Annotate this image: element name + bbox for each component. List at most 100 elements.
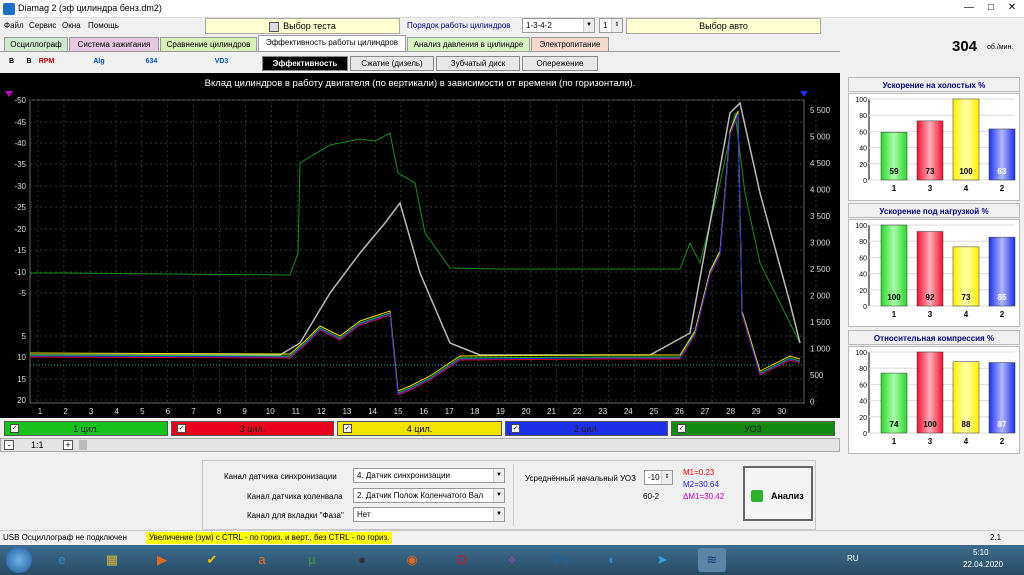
phase-channel-select[interactable]: Нет ▼ bbox=[353, 507, 505, 522]
chart-title: Относительная компрессия % bbox=[848, 330, 1020, 345]
explorer-icon[interactable]: ▦ bbox=[98, 548, 126, 572]
channel-3-toggle[interactable]: ✓ 4 цил. bbox=[337, 421, 502, 436]
telegram-icon[interactable]: ➤ bbox=[648, 548, 676, 572]
subtab-efficiency[interactable]: Эффективность bbox=[262, 56, 348, 71]
x-tick: 11 bbox=[292, 407, 301, 416]
channel-4-toggle[interactable]: ✓ 2 цил. bbox=[505, 421, 668, 436]
x-tick: 10 bbox=[266, 407, 275, 416]
media-icon[interactable]: ● bbox=[348, 548, 376, 572]
y-tick: 60 bbox=[859, 382, 867, 389]
marker-m2-icon[interactable] bbox=[800, 91, 808, 97]
value-tool-icon[interactable]: 634 bbox=[143, 54, 160, 71]
ie-icon[interactable]: e bbox=[48, 548, 76, 572]
opera-icon[interactable]: O bbox=[448, 548, 476, 572]
tab-pressure-analysis[interactable]: Анализ давления в цилиндре bbox=[407, 37, 530, 51]
bar-tool-icon[interactable] bbox=[126, 54, 143, 71]
auto-select-button[interactable]: Выбор авто bbox=[626, 18, 821, 34]
bar-chart-svg: 100 80 60 40 20 0 100 1 92 3 73 4 85 2 bbox=[855, 223, 1016, 319]
analyze-button[interactable]: Анализ bbox=[743, 466, 813, 521]
dots-tool-icon[interactable]: VD3 bbox=[213, 54, 230, 71]
firefox-icon[interactable]: ◉ bbox=[398, 548, 426, 572]
bold-b-icon[interactable]: B bbox=[21, 54, 38, 71]
y-tick: 20 bbox=[859, 162, 867, 169]
y-left-tick: -50 bbox=[14, 96, 26, 105]
y-left-tick: -45 bbox=[14, 118, 26, 127]
y-left-tick: 20 bbox=[17, 396, 26, 405]
menu-windows[interactable]: Окна bbox=[62, 21, 81, 30]
bar-value-label: 85 bbox=[998, 293, 1007, 302]
minimize-button[interactable]: — bbox=[958, 0, 980, 16]
browser-icon[interactable]: ◐ bbox=[598, 548, 626, 572]
channel-1-toggle[interactable]: ✓ 1 цил. bbox=[4, 421, 168, 436]
menu-help[interactable]: Помощь bbox=[88, 21, 119, 30]
y-right-tick: 500 bbox=[810, 371, 824, 380]
rpm-tool-icon[interactable]: RPM bbox=[38, 54, 55, 71]
chevron-down-icon: ▼ bbox=[493, 469, 504, 482]
clock-time[interactable]: 5:10 bbox=[973, 548, 989, 557]
tab-power[interactable]: Электропитание bbox=[531, 37, 609, 51]
marker-m2: M2=30.64 bbox=[683, 480, 719, 489]
zoom-in-button[interactable]: + bbox=[63, 440, 73, 450]
x-tick: 21 bbox=[547, 407, 556, 416]
zoom-out-button[interactable]: - bbox=[4, 440, 14, 450]
filter-tool-icon[interactable] bbox=[161, 54, 178, 71]
utorrent-icon[interactable]: µ bbox=[298, 548, 326, 572]
y-tick: 20 bbox=[859, 415, 867, 422]
tab-ignition[interactable]: Система зажигания bbox=[69, 37, 159, 51]
x-tick: 24 bbox=[624, 407, 633, 416]
menu-service[interactable]: Сервис bbox=[29, 21, 56, 30]
maximize-button[interactable]: □ bbox=[980, 0, 1002, 16]
channel-5-toggle[interactable]: ✓ УОЗ bbox=[671, 421, 835, 436]
checkbox-icon[interactable]: ✓ bbox=[343, 424, 352, 433]
checkbox-icon[interactable]: ✓ bbox=[511, 424, 520, 433]
subtab-tooth-disk[interactable]: Зубчатый диск bbox=[436, 56, 520, 71]
spectrum-tool-icon[interactable] bbox=[178, 54, 195, 71]
avast-icon[interactable]: a bbox=[248, 548, 276, 572]
cyl-order-label: Порядок работы цилиндров bbox=[407, 21, 511, 30]
title-bar: Diamag 2 (эф цилиндра бенз.dm2) — □ ✕ bbox=[0, 0, 1024, 18]
channel-2-toggle[interactable]: ✓ 3 цил. bbox=[171, 421, 334, 436]
chart-tool-icon[interactable] bbox=[231, 54, 248, 71]
scroll-left-icon[interactable] bbox=[79, 440, 87, 450]
x-tick: 14 bbox=[368, 407, 377, 416]
diamag-icon[interactable]: ≋ bbox=[698, 548, 726, 572]
menu-file[interactable]: Файл bbox=[4, 21, 24, 30]
clock-date[interactable]: 22.04.2020 bbox=[963, 560, 1003, 569]
subtab-compression[interactable]: Сжатие (дизель) bbox=[350, 56, 434, 71]
sync-channel-select[interactable]: 4. Датчик синхронизации ▼ bbox=[353, 468, 505, 483]
photoshop-icon[interactable]: Ps bbox=[548, 548, 576, 572]
uoz-stepper[interactable]: -10 ⇕ bbox=[644, 470, 673, 485]
graph-tool-icon[interactable] bbox=[108, 54, 125, 71]
close-button[interactable]: ✕ bbox=[1001, 0, 1023, 16]
checkbox-icon[interactable]: ✓ bbox=[10, 424, 19, 433]
uoz-value: -10 bbox=[648, 473, 660, 482]
y-left-tick: -40 bbox=[14, 139, 26, 148]
tab-oscilloscope[interactable]: Осциллограф bbox=[4, 37, 68, 51]
cyl-order-select[interactable]: 1-3-4-2 ▼ bbox=[522, 18, 595, 33]
channel-label: 1 цил. bbox=[73, 424, 99, 434]
grid-tool-icon[interactable] bbox=[196, 54, 213, 71]
oscilloscope-plot[interactable]: Вклад цилиндров в работу двигателя (по в… bbox=[0, 73, 840, 418]
crank-channel-select[interactable]: 2. Датчик Полож Коленчатого Вал ▼ bbox=[353, 488, 505, 503]
vs-icon[interactable]: ⋄ bbox=[498, 548, 526, 572]
marker-m1-icon[interactable] bbox=[5, 91, 13, 97]
test-select-button[interactable]: Выбор теста bbox=[205, 18, 400, 34]
media-player-icon[interactable]: ▶ bbox=[148, 548, 176, 572]
curve-tool-icon[interactable] bbox=[73, 54, 90, 71]
checkbox-icon[interactable]: ✓ bbox=[677, 424, 686, 433]
cursor-tool-icon[interactable] bbox=[56, 54, 73, 71]
algorithm-tool-icon[interactable]: Alg bbox=[91, 54, 108, 71]
tab-cylinder-efficiency[interactable]: Эффективность работы цилиндров bbox=[258, 35, 406, 52]
language-indicator[interactable]: RU bbox=[847, 554, 859, 563]
x-tick: 4 bbox=[115, 407, 120, 416]
x-tick: 9 bbox=[242, 407, 247, 416]
subtab-advance[interactable]: Опережение bbox=[522, 56, 598, 71]
cyl-number-stepper[interactable]: 1 ⇕ bbox=[599, 18, 623, 33]
checkbox-icon[interactable]: ✓ bbox=[177, 424, 186, 433]
scale-tool-icon[interactable]: B bbox=[3, 54, 20, 71]
tab-cylinder-compare[interactable]: Сравнение цилиндров bbox=[160, 37, 257, 51]
rpm-value: 304 bbox=[952, 38, 978, 55]
norton-icon[interactable]: ✔ bbox=[198, 548, 226, 572]
start-button[interactable] bbox=[6, 547, 32, 573]
bar-chart-3: 100 80 60 40 20 0 74 1 100 3 88 4 87 2 bbox=[848, 346, 1020, 454]
